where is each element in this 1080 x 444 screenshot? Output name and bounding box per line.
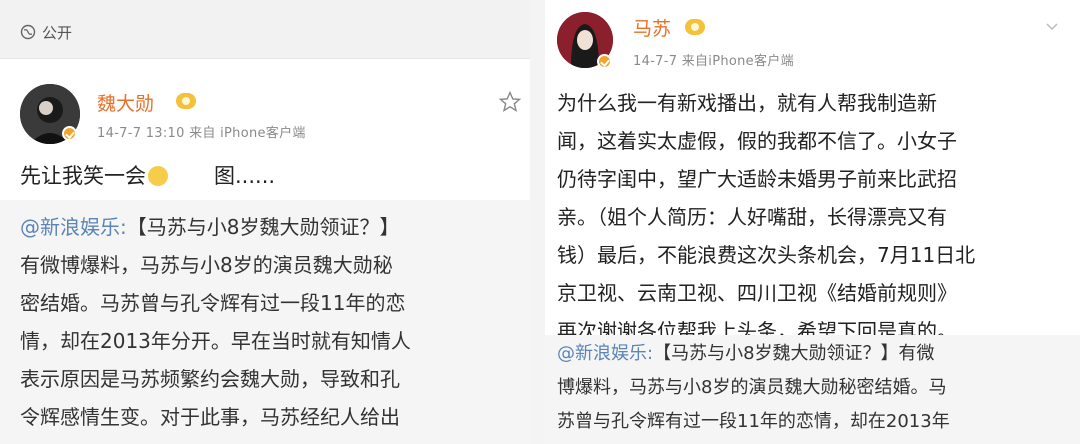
repost-line: 表示原因是马苏频繁约会魏大勋，导致和孔 xyxy=(20,367,400,391)
post-body-line: 钱）最后，不能浪费这次头条机会，7月11日北 xyxy=(557,243,976,267)
post-body-line: 仍待字闺中，望广大适龄未婚男子前来比武招 xyxy=(557,167,957,191)
post-body: 先让我笑一会 图...... xyxy=(20,157,520,195)
post-body-text: 先让我笑一会 xyxy=(20,164,146,188)
repost-box[interactable]: @新浪娱乐:【马苏与小8岁魏大勋领证？】 有微博爆料，马苏与小8岁的演员魏大勋秘… xyxy=(0,200,530,444)
username[interactable]: 魏大勋 xyxy=(97,89,154,116)
vip-crown-icon xyxy=(176,93,196,109)
repost-line: 情，却在2013年分开。早在当时就有知情人 xyxy=(20,329,411,353)
post-body-line: 为什么我一有新戏播出，就有人帮我制造新 xyxy=(557,91,937,115)
repost-line: 令辉感情生变。对于此事，马苏经纪人给出 xyxy=(20,405,400,429)
verified-badge-icon xyxy=(597,54,612,69)
repost-line: 有微博爆料，马苏与小8岁的演员魏大勋秘 xyxy=(20,253,393,277)
username[interactable]: 马苏 xyxy=(633,14,671,41)
right-weibo-post: 马苏 14-7-7 来自iPhone客户端 为什么我一有新戏播出，就有人帮我制造… xyxy=(545,0,1080,444)
repost-box[interactable]: @新浪娱乐:【马苏与小8岁魏大勋领证？】有微 博爆料，马苏与小8岁的演员魏大勋秘… xyxy=(545,335,1080,444)
repost-text: @新浪娱乐:【马苏与小8岁魏大勋领证？】有微 博爆料，马苏与小8岁的演员魏大勋秘… xyxy=(557,337,1077,439)
repost-line: @新浪娱乐:【马苏与小8岁魏大勋领证？】有微 xyxy=(557,343,935,364)
vip-crown-icon xyxy=(685,19,705,35)
post-meta: 14-7-7 13:10 来自 iPhone客户端 xyxy=(97,126,306,141)
globe-icon xyxy=(20,24,36,40)
visibility-label: 公开 xyxy=(42,24,73,42)
post-meta: 14-7-7 来自iPhone客户端 xyxy=(633,54,794,69)
chevron-down-icon[interactable] xyxy=(1044,18,1060,34)
repost-line: 苏曾与孔令辉有过一段11年的恋情，却在2013年 xyxy=(557,411,950,432)
star-icon[interactable] xyxy=(498,90,522,114)
repost-line: 密结婚。马苏曾与孔令辉有过一段11年的恋 xyxy=(20,291,406,315)
post-body-line: 闻，这着实太虚假，假的我都不信了。小女子 xyxy=(557,129,957,153)
post-body-suffix: 图...... xyxy=(214,164,276,188)
repost-line: 博爆料，马苏与小8岁的演员魏大勋秘密结婚。马 xyxy=(557,377,947,398)
post-body: 为什么我一有新戏播出，就有人帮我制造新 闻，这着实太虚假，假的我都不信了。小女子… xyxy=(557,84,1077,350)
post-body-line: 亲。（姐个人简历：人好嘴甜，长得漂亮又有 xyxy=(557,205,947,229)
mention-link[interactable]: @新浪娱乐: xyxy=(20,215,127,239)
left-weibo-post: 公开 魏大勋 14-7-7 13:10 来自 iPhone客户端 先让我笑一会 图… xyxy=(0,0,530,444)
laughing-emoji-icon xyxy=(148,166,168,186)
panel-divider xyxy=(530,0,545,444)
verified-badge-icon xyxy=(62,126,77,141)
repost-text: @新浪娱乐:【马苏与小8岁魏大勋领证？】 有微博爆料，马苏与小8岁的演员魏大勋秘… xyxy=(20,208,525,436)
visibility-bar: 公开 xyxy=(0,0,530,59)
repost-line: @新浪娱乐:【马苏与小8岁魏大勋领证？】 xyxy=(20,215,400,239)
post-body-line: 京卫视、云南卫视、四川卫视《结婚前规则》 xyxy=(557,281,957,305)
mention-link[interactable]: @新浪娱乐: xyxy=(557,343,653,364)
